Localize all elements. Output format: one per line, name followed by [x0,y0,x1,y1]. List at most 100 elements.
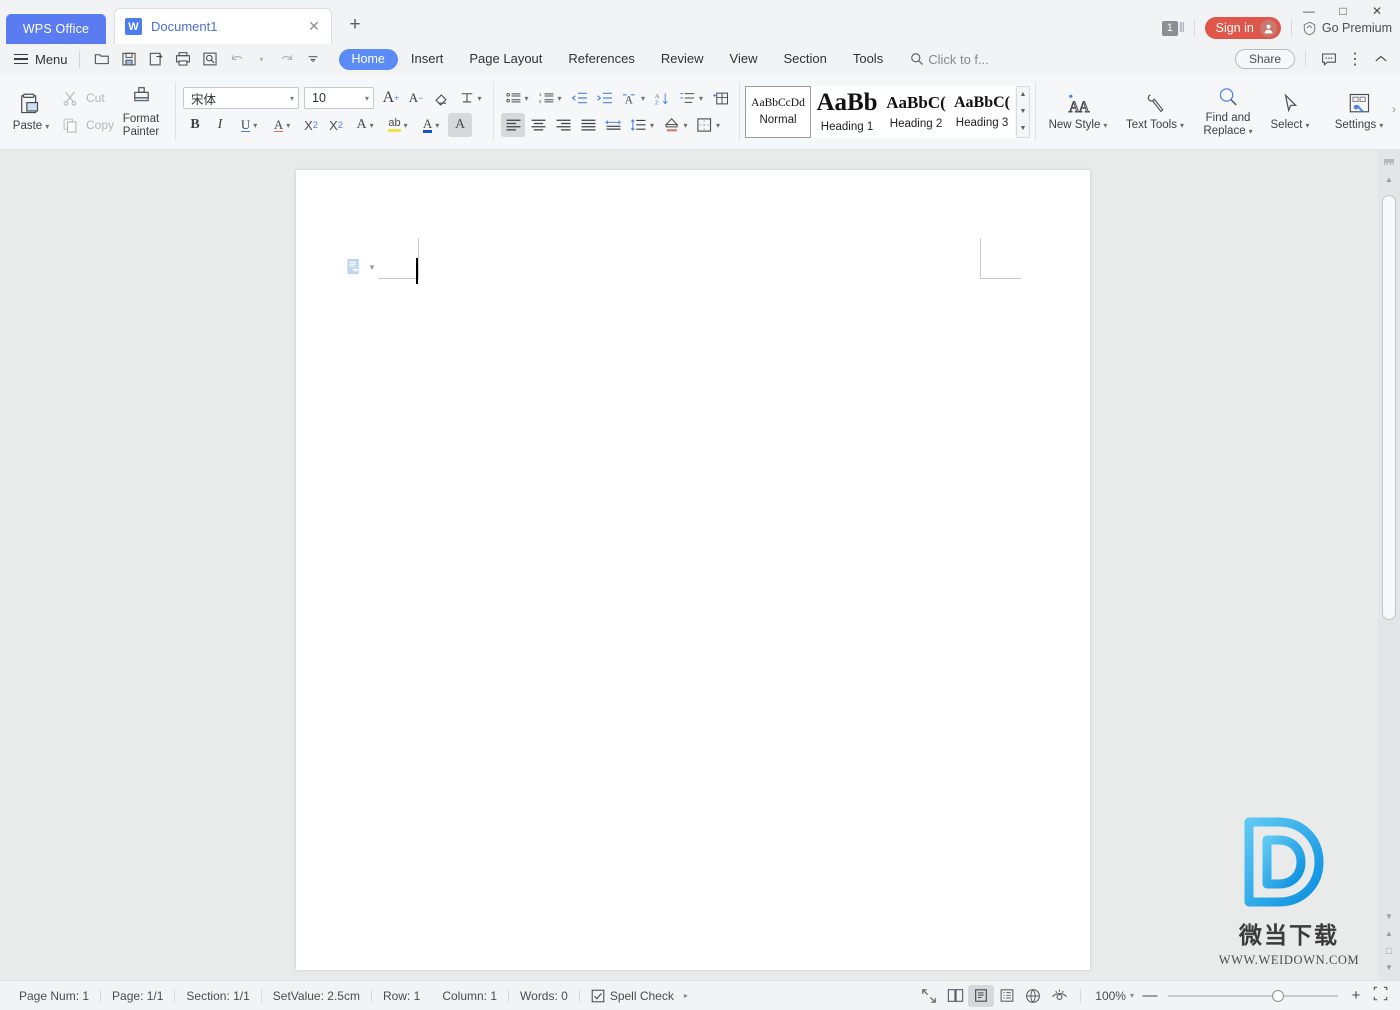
paragraph-layout-button[interactable]: ▾ [675,86,707,110]
bullets-button[interactable]: ▾ [501,86,533,110]
sort-button[interactable]: AZ [650,86,674,110]
save-icon[interactable] [118,48,141,71]
format-painter-button[interactable]: Format Painter [114,74,168,149]
superscript-button[interactable]: X2 [299,113,323,137]
eye-protection-button[interactable] [1046,985,1072,1007]
status-column[interactable]: Column: 1 [431,989,508,1003]
document-workspace[interactable]: ▼ 微当下载 WWW.WEIDOWN.COM ▲ ▼ ▲ ▢ ▼ [0,150,1400,980]
justify-button[interactable] [576,113,600,137]
insert-table-button[interactable] [708,86,732,110]
line-spacing-button[interactable]: ▾ [626,113,658,137]
decrease-indent-button[interactable] [567,86,591,110]
search-input[interactable]: Click to f... [910,52,989,67]
numbering-button[interactable]: 12 ▾ [534,86,566,110]
document-page[interactable]: ▼ [296,170,1090,970]
outline-view-button[interactable] [994,985,1020,1007]
sign-in-button[interactable]: Sign in [1204,17,1281,39]
undo-icon[interactable] [226,48,249,71]
scroll-up-icon[interactable]: ▲ [1017,87,1029,103]
app-home-tab[interactable]: WPS Office [6,14,106,44]
status-page[interactable]: Page: 1/1 [101,989,174,1003]
plus-icon[interactable]: + [344,15,366,37]
shrink-font-button[interactable]: A − [404,86,428,110]
underline-button[interactable]: U ▾ [233,113,265,137]
window-count-badge[interactable]: 1 ⦀ [1161,20,1185,36]
style-heading-1[interactable]: AaBb Heading 1 [811,85,884,138]
close-window-icon[interactable]: ✕ [1360,0,1394,22]
styles-scroll-controls[interactable]: ▲ ▼ ▼ [1016,85,1031,138]
previous-page-icon[interactable]: ▲ [1381,925,1397,942]
fit-page-button[interactable] [1368,986,1392,1006]
print-icon[interactable] [172,48,195,71]
chevron-right-icon[interactable]: › [1392,102,1396,116]
menu-button[interactable]: Menu [14,52,68,67]
status-section[interactable]: Section: 1/1 [175,989,260,1003]
style-heading-3[interactable]: AaBbC( Heading 3 [949,85,1016,138]
document-tab[interactable]: W Document1 ✕ [114,8,332,44]
pinyin-guide-button[interactable]: ▾ [454,86,486,110]
new-style-button[interactable]: AA New Style ▾ [1043,74,1113,149]
maximize-icon[interactable]: □ [1326,0,1360,22]
page-layout-view-button[interactable] [968,984,995,1007]
print-preview-icon[interactable] [199,48,222,71]
align-center-button[interactable] [526,113,550,137]
comment-icon[interactable] [1316,47,1342,71]
customize-quick-access-icon[interactable]: ⌄ [302,48,325,71]
text-effects-gallery-button[interactable]: A [448,113,473,137]
two-page-view-button[interactable] [942,985,968,1007]
distributed-align-button[interactable] [601,113,625,137]
bold-button[interactable]: B [183,113,207,137]
chevron-down-icon[interactable]: ▼ [368,263,376,272]
subscript-button[interactable]: X2 [324,113,348,137]
zoom-slider-thumb[interactable] [1272,989,1284,1002]
undo-dropdown-icon[interactable]: ▾ [253,48,271,71]
text-tools-button[interactable]: Text Tools ▾ [1120,74,1190,149]
scroll-up-icon[interactable]: ▲ [1381,171,1397,188]
font-name-input[interactable]: 宋体 ▾ [183,87,300,109]
style-heading-2[interactable]: AaBbC( Heading 2 [883,85,950,138]
increase-indent-button[interactable] [592,86,616,110]
zoom-in-button[interactable]: + [1344,987,1368,1004]
character-border-button[interactable]: A ▾ [349,113,381,137]
ruler-toggle-icon[interactable] [1381,154,1397,171]
italic-button[interactable]: I [208,113,232,137]
scroll-down-icon[interactable]: ▼ [1017,104,1029,120]
tab-references[interactable]: References [555,48,647,70]
web-layout-button[interactable] [1020,985,1046,1007]
status-setvalue[interactable]: SetValue: 2.5cm [262,989,371,1003]
clear-formatting-button[interactable] [429,86,453,110]
text-effect-button[interactable]: A ▾ [266,113,298,137]
shading-button[interactable]: ▾ [659,113,691,137]
zoom-level-button[interactable]: 100% ▾ [1095,989,1134,1003]
vertical-scrollbar[interactable]: ▲ ▼ ▲ ▢ ▼ [1378,150,1400,980]
tab-review[interactable]: Review [648,48,717,70]
save-as-icon[interactable] [145,48,168,71]
align-left-button[interactable] [501,113,526,137]
tab-insert[interactable]: Insert [398,48,457,70]
go-premium-button[interactable]: Go Premium [1302,21,1392,36]
scrollbar-track[interactable] [1382,195,1396,880]
find-and-replace-button[interactable]: Find and Replace ▾ [1197,74,1259,149]
tab-tools[interactable]: Tools [840,48,896,70]
tab-section[interactable]: Section [770,48,839,70]
tab-page-layout[interactable]: Page Layout [456,48,555,70]
more-options-icon[interactable]: ⋮ [1342,47,1368,71]
scroll-down-icon[interactable]: ▼ [1381,908,1397,925]
highlight-button[interactable]: ab ▾ [382,113,414,137]
tab-view[interactable]: View [717,48,771,70]
scrollbar-thumb[interactable] [1382,195,1396,620]
select-button[interactable]: Select ▾ [1259,74,1321,149]
chevron-up-icon[interactable] [1368,47,1394,71]
cut-button[interactable]: Cut [58,86,114,110]
status-page-num[interactable]: Page Num: 1 [8,989,100,1003]
chevron-right-icon[interactable]: ▸ [684,991,688,1000]
style-normal[interactable]: AaBbCcDd Normal [745,85,812,138]
paste-options-smart-tag[interactable]: ▼ [346,258,376,277]
tab-home[interactable]: Home [338,48,398,70]
asian-layout-button[interactable]: A ▾ [617,86,649,110]
close-icon[interactable]: ✕ [307,19,321,34]
redo-icon[interactable] [275,48,298,71]
select-browse-object-icon[interactable]: ▢ [1381,942,1397,959]
paste-button[interactable]: Paste ▾ [4,74,58,149]
next-page-icon[interactable]: ▼ [1381,959,1397,976]
